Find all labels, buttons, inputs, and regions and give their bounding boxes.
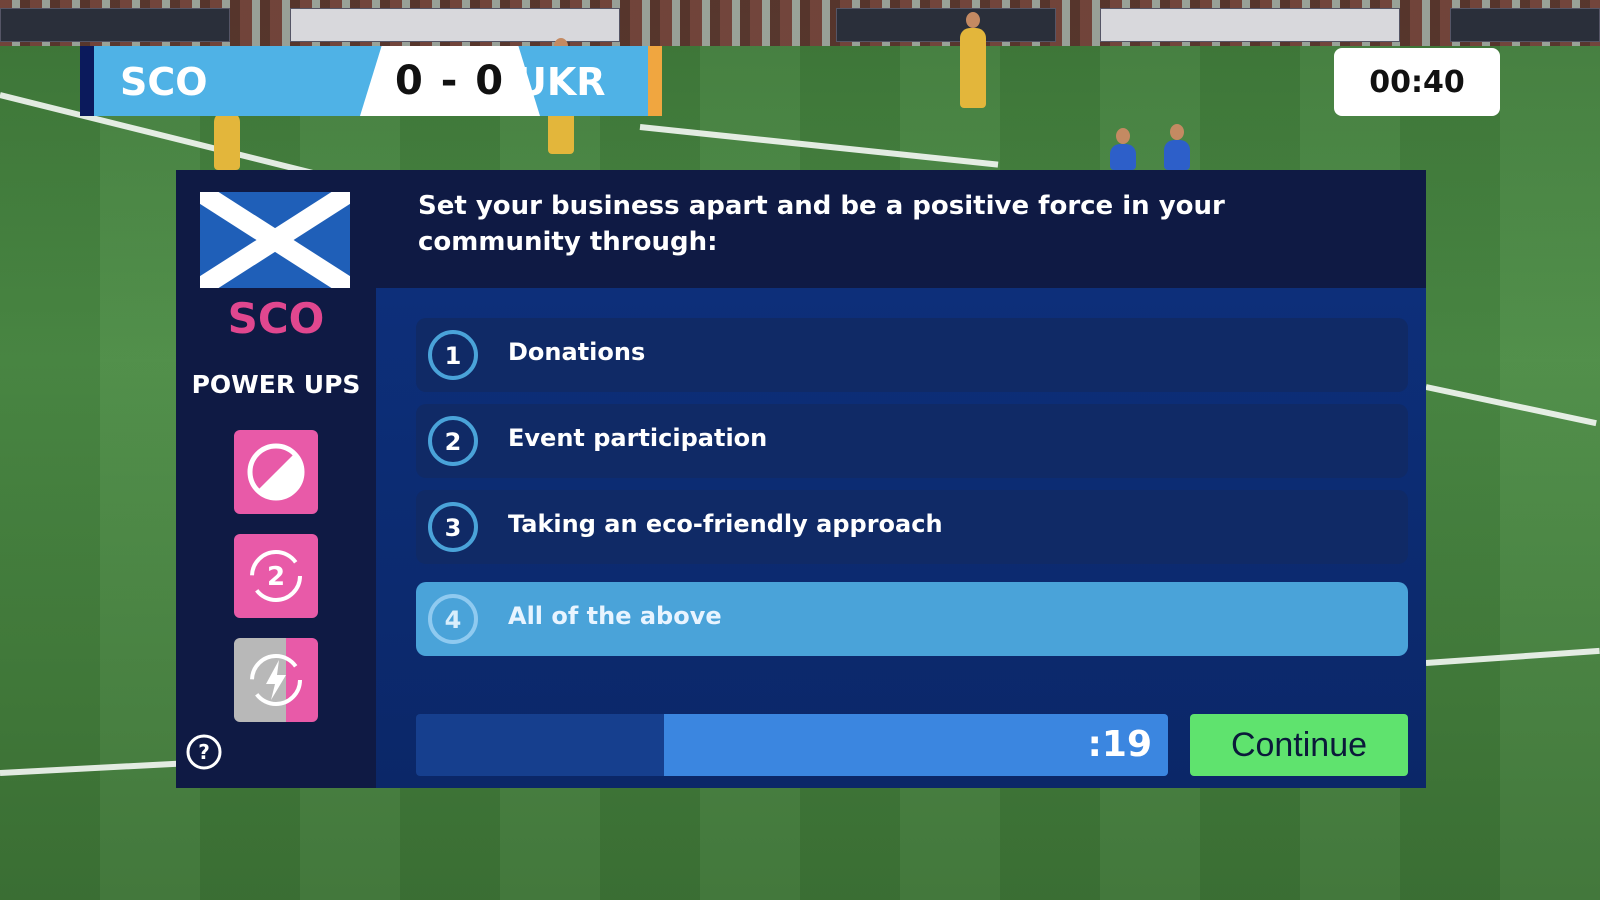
answer-option-4[interactable]: 4 All of the above [416, 582, 1408, 656]
question-text: Set your business apart and be a positiv… [418, 191, 1225, 257]
answer-number-badge: 2 [428, 416, 478, 466]
ad-board [290, 8, 620, 42]
fifty-fifty-powerup-button[interactable] [234, 430, 318, 514]
answer-label: Donations [508, 338, 646, 366]
svg-text:1: 1 [445, 342, 462, 370]
pitch-line [639, 124, 999, 168]
answer-number-badge: 3 [428, 502, 478, 552]
help-icon[interactable]: ? [184, 732, 224, 772]
pitch-line [0, 760, 180, 776]
answer-label: Event participation [508, 424, 768, 452]
answer-option-3[interactable]: 3 Taking an eco-friendly approach [416, 490, 1408, 564]
powerup-count: 2 [267, 562, 285, 592]
answer-timer-bar: :19 [416, 714, 1168, 776]
player [1164, 124, 1190, 170]
player [960, 12, 986, 108]
lightning-icon [250, 654, 302, 706]
match-score: 0 - 0 [394, 58, 506, 104]
answer-label: All of the above [508, 602, 722, 630]
answer-timer-text: :19 [1087, 724, 1153, 765]
svg-text:4: 4 [445, 606, 462, 634]
scotland-flag-icon [200, 192, 350, 288]
scoreboard: SCO 0 - 0 UKR [80, 46, 662, 116]
team-sidebar: SCO POWER UPS 2 ? [176, 170, 376, 788]
second-chance-icon: 2 [250, 550, 302, 602]
score-box: 0 - 0 [360, 46, 540, 116]
ad-board [836, 8, 1056, 42]
svg-text:2: 2 [445, 428, 462, 456]
answer-label: Taking an eco-friendly approach [508, 510, 943, 538]
answer-option-2[interactable]: 2 Event participation [416, 404, 1408, 478]
question-header: Set your business apart and be a positiv… [376, 170, 1426, 288]
ad-board [0, 8, 230, 42]
home-team-code: SCO [120, 60, 208, 104]
ad-board [1100, 8, 1400, 42]
answer-number-badge: 4 [428, 594, 478, 644]
ad-board [1450, 8, 1600, 42]
svg-text:3: 3 [445, 514, 462, 542]
home-color-stripe [80, 46, 94, 116]
away-color-stripe [648, 46, 662, 116]
fifty-fifty-icon [247, 443, 305, 501]
lightning-powerup-button[interactable] [234, 638, 318, 722]
second-chance-powerup-button[interactable]: 2 [234, 534, 318, 618]
svg-text:?: ? [198, 740, 210, 764]
pitch-line [1425, 384, 1597, 427]
player [1110, 128, 1136, 170]
answer-number-badge: 1 [428, 330, 478, 380]
match-clock: 00:40 [1334, 48, 1500, 116]
away-team-code: UKR [516, 60, 606, 104]
player [214, 96, 240, 170]
pitch-line [1425, 647, 1600, 666]
continue-button[interactable]: Continue [1190, 714, 1408, 776]
quiz-panel: SCO POWER UPS 2 ? Set your business apar… [176, 170, 1426, 788]
powerups-title: POWER UPS [191, 370, 361, 399]
team-code: SCO [227, 294, 325, 343]
answer-option-1[interactable]: 1 Donations [416, 318, 1408, 392]
